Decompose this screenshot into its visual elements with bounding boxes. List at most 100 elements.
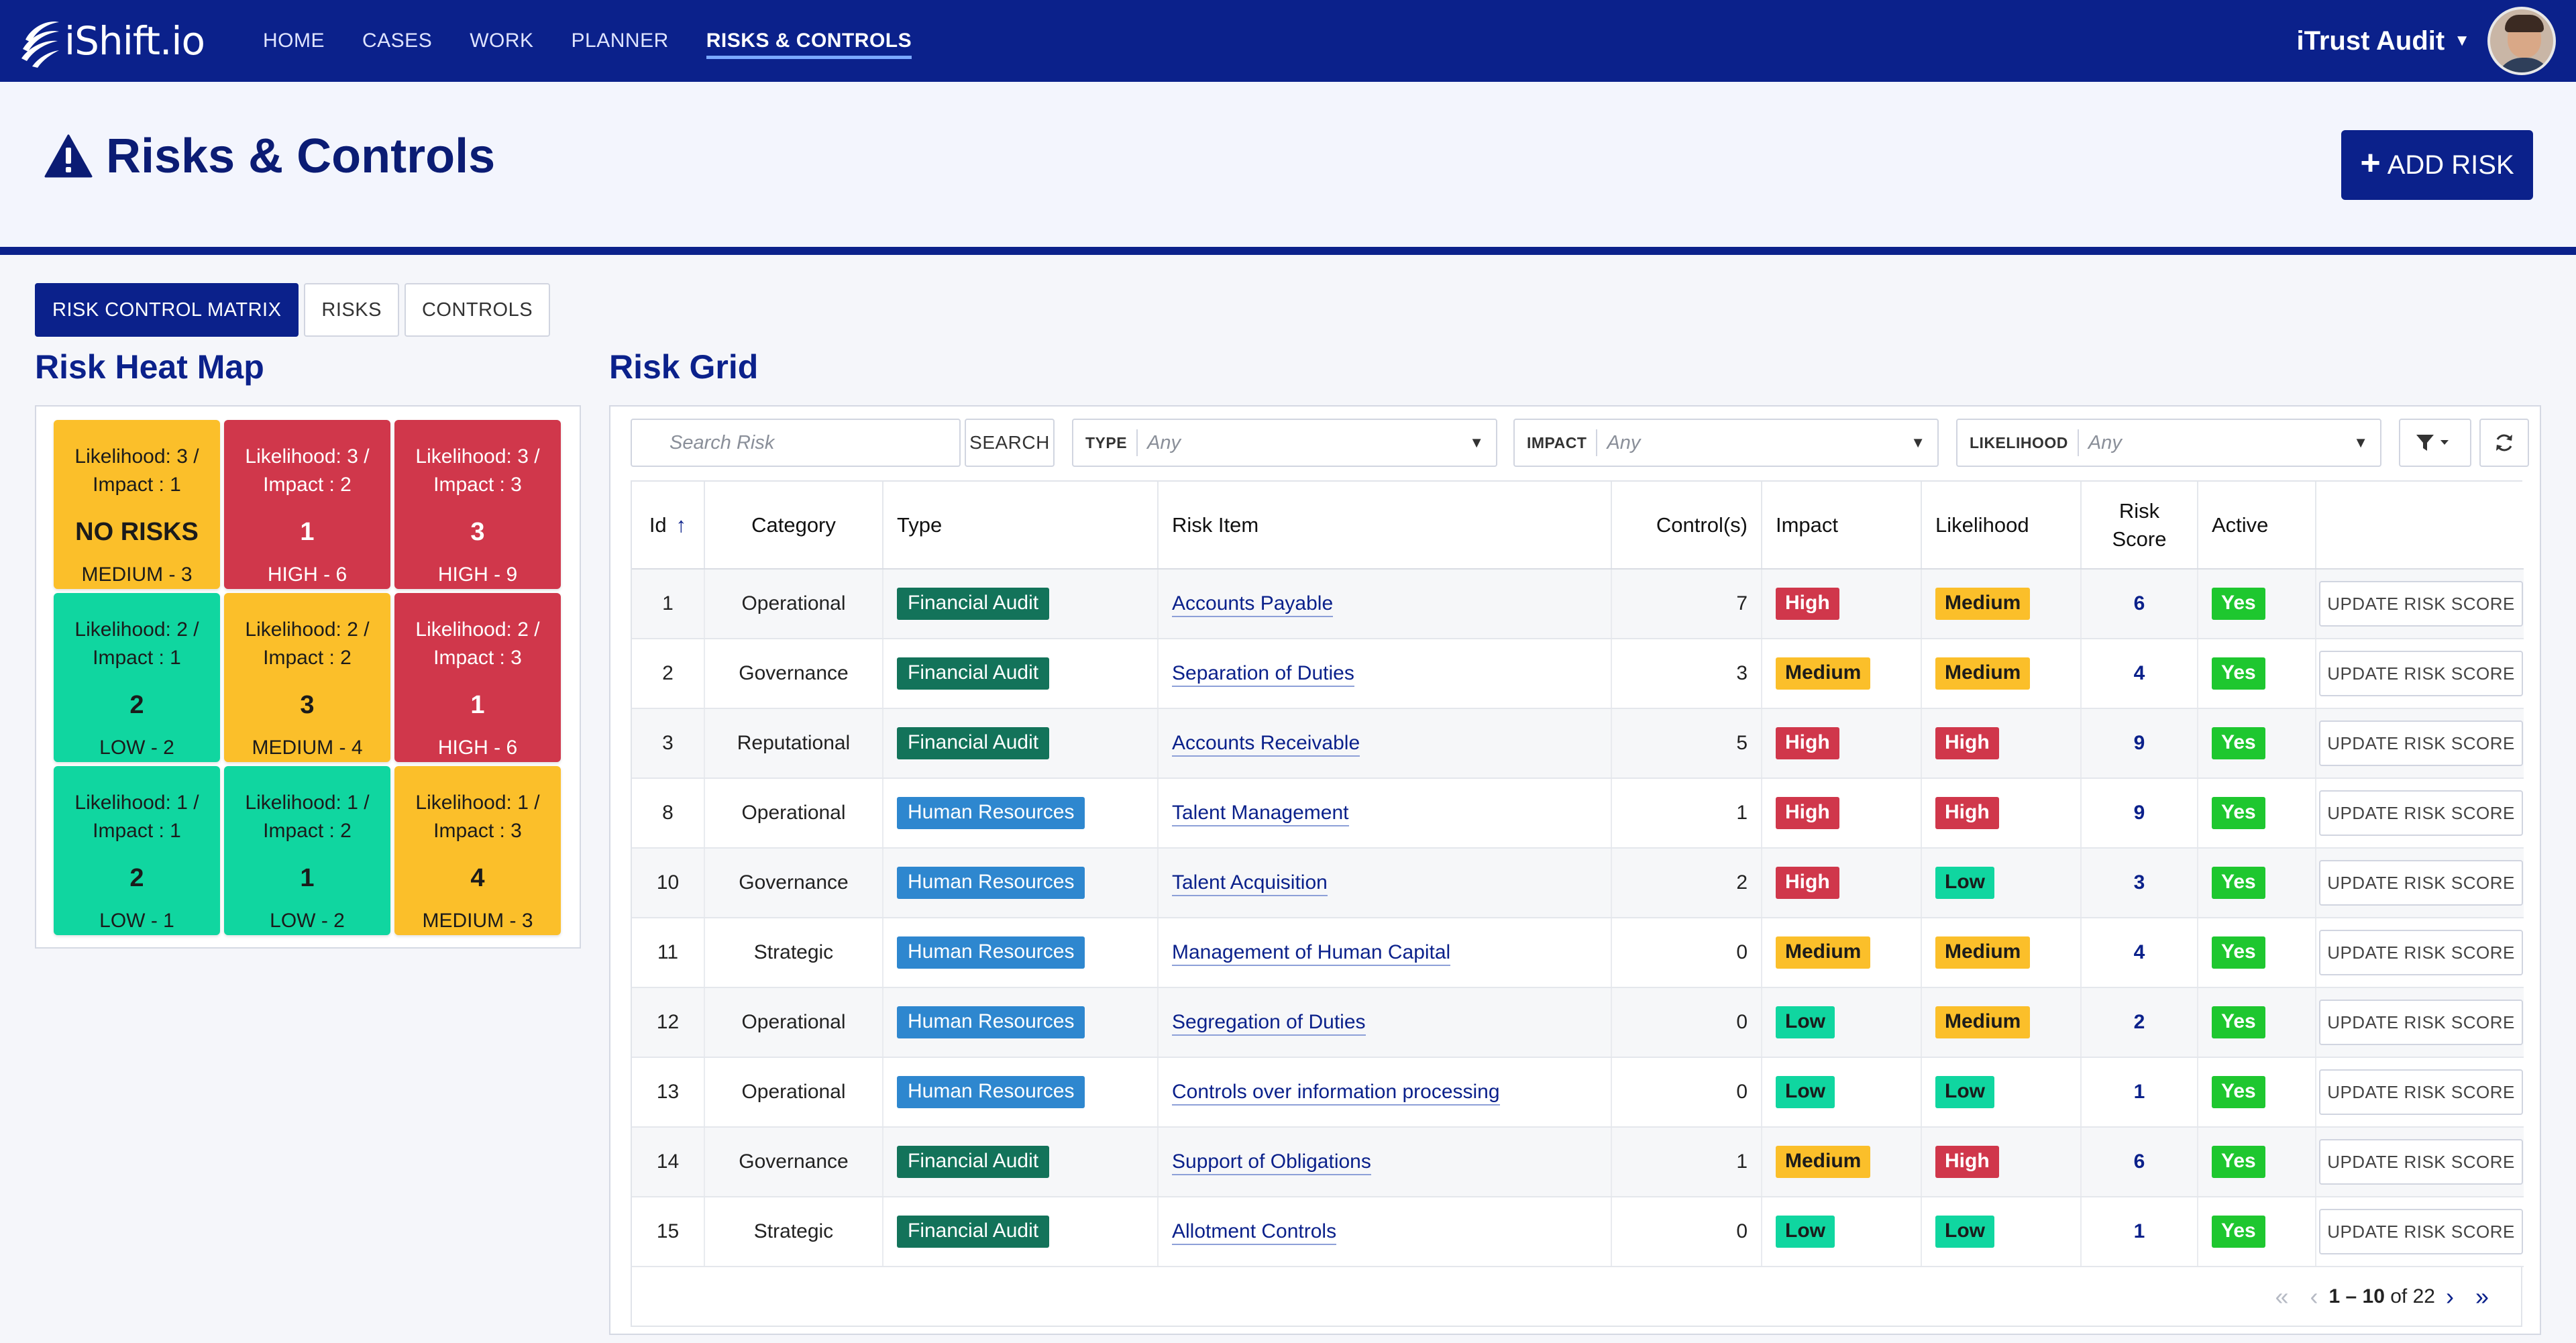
impact-filter-select[interactable]: IMPACT Any ▼ <box>1513 419 1939 467</box>
heatmap-cell[interactable]: Likelihood: 2 / Impact : 1 2 LOW - 2 <box>54 593 220 762</box>
nav-cases[interactable]: CASES <box>362 0 432 82</box>
update-risk-score-button[interactable]: UPDATE RISK SCORE <box>2319 1069 2523 1115</box>
table-row[interactable]: 3 Reputational Financial Audit Accounts Rec… <box>632 708 2524 779</box>
update-risk-score-button[interactable]: UPDATE RISK SCORE <box>2319 1209 2523 1254</box>
update-risk-score-button[interactable]: UPDATE RISK SCORE <box>2319 860 2523 906</box>
table-row[interactable]: 2 Governance Financial Audit Separation of … <box>632 639 2524 709</box>
risk-item-link[interactable]: Talent Management <box>1172 802 1349 826</box>
table-row[interactable]: 15 Strategic Financial Audit Allotment Cont… <box>632 1197 2524 1267</box>
column-header-risk-score[interactable]: Risk Score <box>2081 482 2198 570</box>
table-row[interactable]: 13 Operational Human Resources Controls ove… <box>632 1057 2524 1128</box>
tab-risk-control-matrix[interactable]: RISK CONTROL MATRIX <box>35 283 299 337</box>
likelihood-filter-select[interactable]: LIKELIHOOD Any ▼ <box>1956 419 2381 467</box>
refresh-button[interactable] <box>2479 419 2529 467</box>
cell-likelihood: High <box>1921 708 2082 779</box>
heatmap-cell-likelihood: Likelihood: 3 / <box>415 445 540 468</box>
heatmap-cell[interactable]: Likelihood: 1 / Impact : 3 4 MEDIUM - 3 <box>394 766 561 935</box>
cell-id: 2 <box>632 639 705 709</box>
update-risk-score-button[interactable]: UPDATE RISK SCORE <box>2319 720 2523 766</box>
column-header-impact[interactable]: Impact <box>1762 482 1922 570</box>
cell-likelihood: Medium <box>1921 569 2082 639</box>
column-header-risk-item[interactable]: Risk Item <box>1158 482 1612 570</box>
heatmap-cell[interactable]: Likelihood: 1 / Impact : 2 1 LOW - 2 <box>224 766 390 935</box>
update-risk-score-button[interactable]: UPDATE RISK SCORE <box>2319 1139 2523 1185</box>
table-row[interactable]: 12 Operational Human Resources Segregation … <box>632 987 2524 1058</box>
risk-table-body: 1 Operational Financial Audit Accounts Paya… <box>632 569 2524 1267</box>
search-input[interactable] <box>631 419 961 467</box>
active-badge: Yes <box>2212 657 2265 690</box>
filter-menu-button[interactable] <box>2399 419 2471 467</box>
likelihood-badge: High <box>1935 727 1999 759</box>
risk-item-link[interactable]: Support of Obligations <box>1172 1150 1371 1175</box>
risk-item-link[interactable]: Segregation of Duties <box>1172 1011 1366 1036</box>
risk-item-link[interactable]: Accounts Receivable <box>1172 732 1360 757</box>
heatmap-cell[interactable]: Likelihood: 2 / Impact : 3 1 HIGH - 6 <box>394 593 561 762</box>
chevron-down-icon[interactable]: ▼ <box>2454 32 2470 50</box>
table-row[interactable]: 14 Governance Financial Audit Support of Ob… <box>632 1127 2524 1197</box>
column-header-active[interactable]: Active <box>2198 482 2316 570</box>
update-risk-score-button[interactable]: UPDATE RISK SCORE <box>2319 1000 2523 1045</box>
previous-page-icon[interactable]: ‹ <box>2310 1283 2318 1311</box>
cell-impact: Low <box>1762 1057 1922 1128</box>
view-tabs: RISK CONTROL MATRIX RISKS CONTROLS <box>35 283 555 337</box>
risk-item-link[interactable]: Separation of Duties <box>1172 662 1354 687</box>
cell-controls: 0 <box>1611 1197 1762 1267</box>
next-page-icon[interactable]: › <box>2446 1283 2454 1311</box>
table-row[interactable]: 10 Governance Human Resources Talent Acquis… <box>632 848 2524 918</box>
heatmap-cell[interactable]: Likelihood: 1 / Impact : 1 2 LOW - 1 <box>54 766 220 935</box>
search-button[interactable]: SEARCH <box>965 419 1055 467</box>
type-filter-select[interactable]: TYPE Any ▼ <box>1072 419 1497 467</box>
nav-work[interactable]: WORK <box>470 0 533 82</box>
impact-badge: High <box>1776 588 1839 620</box>
sort-ascending-icon[interactable]: ↑ <box>676 513 687 537</box>
risk-score-header-line2: Score <box>2112 527 2167 551</box>
risk-item-link[interactable]: Accounts Payable <box>1172 592 1334 617</box>
nav-risks-controls[interactable]: RISKS & CONTROLS <box>706 0 912 82</box>
first-page-icon[interactable]: « <box>2275 1283 2288 1311</box>
user-menu[interactable]: iTrust Audit ▼ <box>2297 0 2556 82</box>
cell-id: 15 <box>632 1197 705 1267</box>
risk-item-link[interactable]: Controls over information processing <box>1172 1081 1500 1106</box>
cell-impact: Medium <box>1762 639 1922 709</box>
heatmap-cell[interactable]: Likelihood: 3 / Impact : 2 1 HIGH - 6 <box>224 420 390 589</box>
add-risk-button[interactable]: + ADD RISK <box>2341 130 2533 200</box>
brand-logo[interactable]: iShift.io <box>19 9 205 72</box>
update-risk-score-button[interactable]: UPDATE RISK SCORE <box>2319 581 2523 627</box>
column-header-controls[interactable]: Control(s) <box>1611 482 1762 570</box>
table-row[interactable]: 8 Operational Human Resources Talent Manage… <box>632 778 2524 849</box>
last-page-icon[interactable]: » <box>2475 1283 2489 1311</box>
update-risk-score-button[interactable]: UPDATE RISK SCORE <box>2319 790 2523 836</box>
column-header-category[interactable]: Category <box>704 482 883 570</box>
column-header-likelihood[interactable]: Likelihood <box>1921 482 2082 570</box>
risk-item-link[interactable]: Talent Acquisition <box>1172 871 1328 896</box>
nav-planner[interactable]: PLANNER <box>572 0 669 82</box>
active-badge: Yes <box>2212 588 2265 620</box>
table-row[interactable]: 11 Strategic Human Resources Management of … <box>632 918 2524 988</box>
risk-item-link[interactable]: Allotment Controls <box>1172 1220 1337 1245</box>
avatar[interactable] <box>2487 7 2556 75</box>
cell-risk-item: Allotment Controls <box>1158 1197 1612 1267</box>
cell-category: Operational <box>704 569 883 639</box>
heatmap-cell-level: MEDIUM - 4 <box>252 737 363 759</box>
heatmap-cell[interactable]: Likelihood: 3 / Impact : 1 NO RISKS MEDIUM … <box>54 420 220 589</box>
cell-risk-score: 1 <box>2081 1057 2198 1128</box>
risk-item-link[interactable]: Management of Human Capital <box>1172 941 1451 966</box>
heatmap-cell[interactable]: Likelihood: 2 / Impact : 2 3 MEDIUM - 4 <box>224 593 390 762</box>
table-row[interactable]: 1 Operational Financial Audit Accounts Paya… <box>632 569 2524 639</box>
heatmap-cell[interactable]: Likelihood: 3 / Impact : 3 3 HIGH - 9 <box>394 420 561 589</box>
column-header-type[interactable]: Type <box>883 482 1159 570</box>
nav-home[interactable]: HOME <box>263 0 325 82</box>
update-risk-score-button[interactable]: UPDATE RISK SCORE <box>2319 930 2523 975</box>
heatmap-cell-level: LOW - 1 <box>99 910 174 932</box>
tab-risks[interactable]: RISKS <box>304 283 399 337</box>
tab-controls[interactable]: CONTROLS <box>404 283 551 337</box>
cell-id: 8 <box>632 778 705 849</box>
heatmap-cell-likelihood: Likelihood: 2 / <box>74 619 199 641</box>
active-badge: Yes <box>2212 1146 2265 1178</box>
user-name[interactable]: iTrust Audit <box>2297 26 2445 56</box>
impact-filter-value: Any <box>1607 431 1641 453</box>
update-risk-score-button[interactable]: UPDATE RISK SCORE <box>2319 651 2523 696</box>
heatmap-cell-likelihood: Likelihood: 3 / <box>245 445 370 468</box>
column-header-id[interactable]: Id ↑ <box>632 482 705 570</box>
heatmap-cell-label: Likelihood: 3 / Impact : 3 <box>394 443 561 499</box>
